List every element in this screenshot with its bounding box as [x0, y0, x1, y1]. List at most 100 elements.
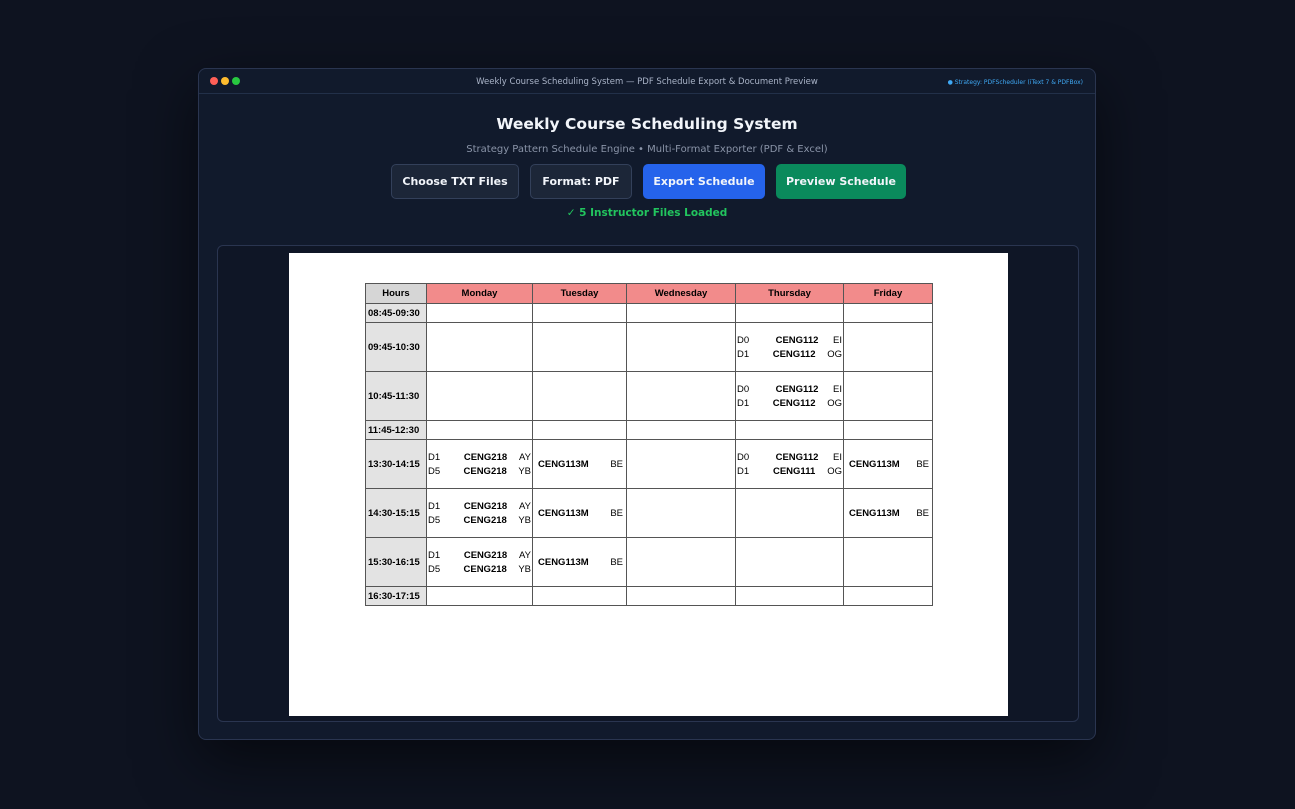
schedule-table: Hours Monday Tuesday Wednesday Thursday … [365, 283, 933, 606]
preview-schedule-button[interactable]: Preview Schedule [776, 164, 906, 199]
table-row: 11:45-12:30 [365, 420, 933, 440]
table-row: 08:45-09:30 [365, 303, 933, 323]
section-code: D5 [428, 563, 441, 575]
schedule-cell [626, 322, 736, 372]
export-schedule-button[interactable]: Export Schedule [643, 164, 765, 199]
course-entry: D5 CENG218 YB [428, 515, 531, 526]
instructor-code: OG [827, 348, 842, 360]
course-code: CENG113M [849, 507, 900, 519]
course-code: CENG218 [463, 451, 508, 463]
schedule-cell [532, 322, 627, 372]
document-preview-panel: Hours Monday Tuesday Wednesday Thursday … [217, 245, 1079, 722]
course-code: CENG111 [772, 465, 816, 477]
schedule-cell: CENG113M BE [843, 488, 933, 538]
table-row: 16:30-17:15 [365, 586, 933, 606]
instructor-code: YB [518, 514, 531, 526]
course-entry: D1 CENG218 AY [428, 501, 531, 512]
instructor-code: AY [519, 500, 531, 512]
format-select-button[interactable]: Format: PDF [530, 164, 632, 199]
course-code: CENG112 [775, 451, 819, 463]
schedule-cell: D0 CENG112 EI D1 CENG112 OG [735, 371, 844, 421]
course-code: CENG113M [538, 507, 589, 519]
course-entry: D0 CENG112 EI [737, 384, 842, 395]
instructor-code: OG [827, 465, 842, 477]
hour-cell: 15:30-16:15 [365, 537, 427, 587]
instructor-code: BE [610, 507, 623, 519]
header-friday: Friday [843, 283, 933, 304]
schedule-cell [426, 420, 533, 440]
page-subtitle: Strategy Pattern Schedule Engine • Multi… [466, 144, 828, 155]
instructor-code: BE [610, 458, 623, 470]
section-code: D1 [428, 500, 441, 512]
schedule-cell [532, 420, 627, 440]
schedule-cell [532, 303, 627, 323]
schedule-cell: CENG113M BE [532, 537, 627, 587]
schedule-cell [843, 371, 933, 421]
schedule-cell [426, 371, 533, 421]
schedule-header-row: Hours Monday Tuesday Wednesday Thursday … [365, 283, 933, 304]
schedule-cell [843, 322, 933, 372]
schedule-cell: CENG113M BE [532, 439, 627, 489]
title-bar: Weekly Course Scheduling System — PDF Sc… [199, 69, 1095, 94]
course-code: CENG112 [772, 397, 816, 409]
schedule-cell: CENG113M BE [843, 439, 933, 489]
instructor-code: YB [518, 563, 531, 575]
instructor-code: YB [518, 465, 531, 477]
schedule-cell [626, 439, 736, 489]
schedule-cell [626, 488, 736, 538]
hour-cell: 14:30-15:15 [365, 488, 427, 538]
instructor-code: AY [519, 451, 531, 463]
course-entry: CENG113M BE [534, 557, 625, 568]
schedule-cell [626, 420, 736, 440]
instructor-code: AY [519, 549, 531, 561]
instructor-code: OG [827, 397, 842, 409]
course-entry: D1 CENG218 AY [428, 452, 531, 463]
hour-cell: 08:45-09:30 [365, 303, 427, 323]
course-entry: D0 CENG112 EI [737, 452, 842, 463]
course-entry: D5 CENG218 YB [428, 564, 531, 575]
course-entry: D0 CENG112 EI [737, 335, 842, 346]
course-code: CENG112 [775, 334, 819, 346]
course-entry: CENG113M BE [845, 508, 931, 519]
app-window: Weekly Course Scheduling System — PDF Sc… [198, 68, 1096, 740]
schedule-cell [426, 303, 533, 323]
schedule-cell [735, 303, 844, 323]
hour-cell: 13:30-14:15 [365, 439, 427, 489]
schedule-cell [626, 586, 736, 606]
course-entry: CENG113M BE [534, 459, 625, 470]
instructor-code: EI [833, 334, 842, 346]
schedule-cell [626, 303, 736, 323]
course-code: CENG112 [772, 348, 816, 360]
instructor-code: EI [833, 383, 842, 395]
hour-cell: 11:45-12:30 [365, 420, 427, 440]
page-title: Weekly Course Scheduling System [496, 115, 798, 133]
course-code: CENG113M [538, 556, 589, 568]
section-code: D1 [737, 465, 750, 477]
schedule-cell [843, 586, 933, 606]
schedule-cell [843, 303, 933, 323]
section-code: D1 [737, 348, 750, 360]
schedule-cell: D0 CENG112 EI D1 CENG111 OG [735, 439, 844, 489]
schedule-cell [532, 586, 627, 606]
instructor-code: BE [610, 556, 623, 568]
schedule-cell [735, 488, 844, 538]
section-code: D1 [428, 451, 441, 463]
choose-files-button[interactable]: Choose TXT Files [391, 164, 519, 199]
course-entry: D5 CENG218 YB [428, 466, 531, 477]
section-code: D1 [428, 549, 441, 561]
schedule-cell: D1 CENG218 AY D5 CENG218 YB [426, 488, 533, 538]
course-entry: D1 CENG112 OG [737, 349, 842, 360]
schedule-cell [735, 420, 844, 440]
schedule-cell: CENG113M BE [532, 488, 627, 538]
course-entry: CENG113M BE [845, 459, 931, 470]
header-hours: Hours [365, 283, 427, 304]
course-code: CENG113M [538, 458, 589, 470]
schedule-cell: D1 CENG218 AY D5 CENG218 YB [426, 439, 533, 489]
schedule-cell [532, 371, 627, 421]
schedule-cell: D0 CENG112 EI D1 CENG112 OG [735, 322, 844, 372]
course-entry: D1 CENG112 OG [737, 398, 842, 409]
header-wednesday: Wednesday [626, 283, 736, 304]
schedule-cell [626, 371, 736, 421]
course-code: CENG218 [463, 465, 507, 477]
table-row: 13:30-14:15 D1 CENG218 AY D5 CENG218 YB CENG113… [365, 439, 933, 489]
